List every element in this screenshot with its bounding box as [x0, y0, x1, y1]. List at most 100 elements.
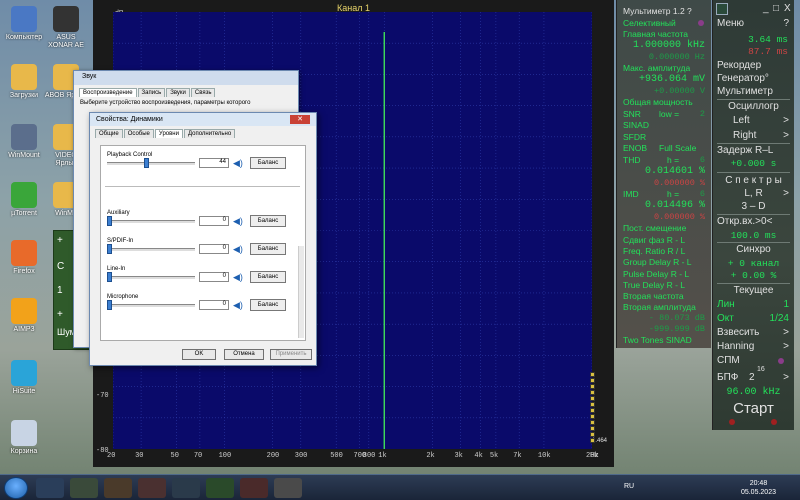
speaker-icon[interactable]: ◀) — [233, 243, 245, 255]
taskbar-analyzer-icon[interactable] — [240, 478, 268, 498]
channel-marker[interactable] — [590, 384, 595, 389]
close-button[interactable]: ✕ — [290, 115, 310, 124]
spm-radio[interactable] — [778, 358, 784, 364]
menu-button[interactable]: Меню — [717, 18, 744, 29]
channel-marker[interactable] — [590, 408, 595, 413]
level-slider-thumb[interactable] — [107, 216, 112, 226]
spm-label[interactable]: СПМ — [717, 355, 740, 366]
sample-rate-value[interactable]: 96.00 kHz — [713, 387, 794, 398]
level-value[interactable]: 0 — [199, 300, 229, 310]
channel-marker[interactable] — [590, 390, 595, 395]
sound-tab[interactable]: Звуки — [166, 88, 190, 97]
props-tab[interactable]: Уровни — [154, 129, 183, 138]
channel-marker[interactable] — [590, 438, 595, 443]
desktop-icon[interactable]: Загрузки — [2, 64, 46, 100]
taskbar-firefox-icon[interactable] — [138, 478, 166, 498]
channel-marker[interactable] — [590, 420, 595, 425]
taskbar-utorrent-icon[interactable] — [206, 478, 234, 498]
desktop-icon[interactable]: ASUS XONAR AE — [44, 6, 88, 50]
start-button[interactable]: Старт — [713, 400, 794, 417]
sound-tab[interactable]: Воспроизведение — [79, 88, 137, 97]
level-value[interactable]: 0 — [199, 272, 229, 282]
sound-tab[interactable]: Запись — [137, 88, 166, 97]
level-value[interactable]: 44 — [199, 158, 229, 168]
apply-button[interactable]: Применить — [270, 349, 312, 360]
left-channel-label[interactable]: Left — [733, 115, 750, 126]
balance-button[interactable]: Баланс — [250, 243, 286, 255]
speaker-icon[interactable]: ◀) — [233, 215, 245, 227]
restore-button[interactable]: □ — [773, 3, 779, 14]
ok-button[interactable]: OK — [182, 349, 216, 360]
channel-marker[interactable] — [590, 414, 595, 419]
level-value[interactable]: 0 — [199, 244, 229, 254]
weight-arrow[interactable]: > — [783, 327, 789, 338]
level-value[interactable]: 0 — [199, 216, 229, 226]
desktop-icon[interactable]: WinMount — [2, 124, 46, 160]
speaker-icon[interactable]: ◀) — [233, 157, 245, 169]
weight-button[interactable]: Взвесить — [717, 327, 759, 338]
language-indicator[interactable]: RU — [624, 483, 634, 490]
level-slider-thumb[interactable] — [107, 272, 112, 282]
window-arrow[interactable]: > — [783, 341, 789, 352]
channel-marker[interactable] — [590, 396, 595, 401]
taskbar-aimp-icon[interactable] — [70, 478, 98, 498]
desktop-icon[interactable]: HiSuite — [2, 360, 46, 396]
close-app-button[interactable]: X — [784, 3, 791, 14]
right-channel-label[interactable]: Right — [733, 130, 756, 141]
clock[interactable]: 20:48 05.05.2023 — [741, 479, 776, 497]
delay-value[interactable]: +0.000 s — [713, 158, 794, 169]
selective-mode[interactable]: Селективный — [623, 18, 676, 28]
level-slider-track[interactable] — [107, 248, 195, 251]
channel-marker[interactable] — [590, 426, 595, 431]
props-tab[interactable]: Особые — [123, 129, 154, 138]
start-button[interactable] — [4, 477, 28, 499]
desktop-icon[interactable]: Компьютер — [2, 6, 46, 42]
right-arrow-button[interactable]: > — [783, 130, 789, 141]
selective-radio[interactable] — [698, 20, 704, 26]
level-slider-track[interactable] — [107, 304, 195, 307]
balance-button[interactable]: Баланс — [250, 271, 286, 283]
desktop-icon[interactable]: Корзина — [2, 420, 46, 456]
multimeter-button[interactable]: Мультиметр — [717, 86, 773, 97]
taskbar-sound-icon[interactable] — [274, 478, 302, 498]
desktop-icon[interactable]: AIMP3 — [2, 298, 46, 334]
fft-arrow[interactable]: > — [783, 372, 789, 383]
lin-label[interactable]: Лин — [717, 299, 735, 310]
spectra-lr-arrow[interactable]: > — [783, 188, 789, 199]
minimize-button[interactable]: _ — [763, 3, 769, 14]
taskbar-explorer-icon[interactable] — [36, 478, 64, 498]
sync-label[interactable]: Синхро — [713, 244, 794, 255]
taskbar-media-icon[interactable] — [104, 478, 132, 498]
speaker-icon[interactable]: ◀) — [233, 299, 245, 311]
recorder-button[interactable]: Рекордер — [717, 60, 761, 71]
generator-button[interactable]: Генератор° — [717, 73, 769, 84]
desktop-icon[interactable]: µTorrent — [2, 182, 46, 218]
left-arrow-button[interactable]: > — [783, 115, 789, 126]
window-hanning-button[interactable]: Hanning — [717, 341, 754, 352]
oscillograph-button[interactable]: Осциллогр — [713, 101, 794, 112]
props-tab[interactable]: Общие — [95, 129, 123, 138]
help-button[interactable]: ? — [783, 18, 789, 29]
spectra-3d-option[interactable]: 3 – D — [713, 201, 794, 212]
channel-marker[interactable] — [590, 432, 595, 437]
props-tab[interactable]: Дополнительно — [183, 129, 236, 138]
channel-marker[interactable] — [590, 402, 595, 407]
speaker-icon[interactable]: ◀) — [233, 271, 245, 283]
multimeter-title[interactable]: Мультиметр 1.2 ? — [623, 6, 692, 16]
cancel-button[interactable]: Отмена — [224, 349, 264, 360]
current-label[interactable]: Текущее — [713, 285, 794, 296]
level-slider-track[interactable] — [107, 276, 195, 279]
level-slider-track[interactable] — [107, 220, 195, 223]
level-slider-thumb[interactable] — [107, 300, 112, 310]
channel-marker[interactable] — [590, 372, 595, 377]
sound-tab[interactable]: Связь — [190, 88, 216, 97]
open-input-label[interactable]: Откр.вх.>0< — [717, 216, 772, 227]
balance-button[interactable]: Баланс — [250, 299, 286, 311]
levels-scrollbar[interactable] — [298, 246, 304, 338]
desktop-icon[interactable]: Firefox — [2, 240, 46, 276]
balance-button[interactable]: Баланс — [250, 215, 286, 227]
level-slider-thumb[interactable] — [143, 158, 149, 168]
balance-button[interactable]: Баланс — [250, 157, 286, 169]
level-slider-thumb[interactable] — [107, 244, 112, 254]
level-slider-track[interactable] — [107, 162, 195, 165]
